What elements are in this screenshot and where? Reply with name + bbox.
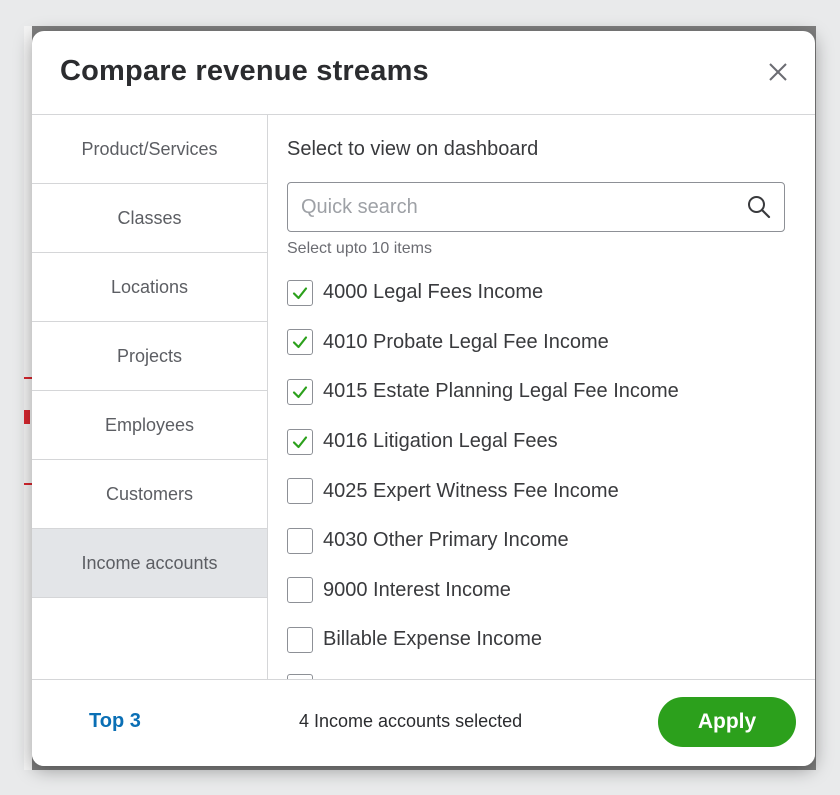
account-list-item[interactable]: 4000 Legal Fees Income <box>287 268 679 318</box>
modal-header: Compare revenue streams <box>32 31 815 115</box>
account-label: 4000 Legal Fees Income <box>323 281 544 304</box>
selected-count-text: 4 Income accounts selected <box>299 711 523 731</box>
account-label: 9000 Interest Income <box>323 578 511 601</box>
account-list-item[interactable]: 9000 Interest Income <box>287 566 679 616</box>
category-nav: Product/Services Classes Locations Projects… <box>32 115 268 679</box>
category-item-classes[interactable]: Classes <box>32 184 267 253</box>
account-label: 4030 Other Primary Income <box>323 529 569 552</box>
account-checkbox[interactable] <box>287 378 313 405</box>
account-label: Billable Expense Income <box>323 628 543 651</box>
background-page <box>24 26 32 770</box>
close-button[interactable] <box>763 57 793 87</box>
category-item-employees[interactable]: Employees <box>32 391 267 460</box>
account-list-item[interactable]: Billable Expense Income <box>287 615 679 665</box>
account-label: 4016 Litigation Legal Fees <box>323 430 558 453</box>
account-list-item[interactable]: 4016 Litigation Legal Fees <box>287 417 679 467</box>
category-item-income-accounts[interactable]: Income accounts <box>32 529 267 598</box>
compare-revenue-modal: Compare revenue streams Product/Services… <box>32 31 815 766</box>
account-label: 4010 Probate Legal Fee Income <box>323 330 609 353</box>
selection-hint: Select upto 10 items <box>287 240 432 257</box>
account-checkbox[interactable] <box>287 329 313 356</box>
panel-heading: Select to view on dashboard <box>287 138 539 160</box>
background-red-line <box>24 483 32 485</box>
account-list-item[interactable]: 4015 Estate Planning Legal Fee Income <box>287 367 679 417</box>
account-list-item[interactable]: 4010 Probate Legal Fee Income <box>287 318 679 368</box>
account-checkbox[interactable] <box>287 279 313 306</box>
checkmark-icon <box>292 435 308 448</box>
account-label: 4025 Expert Witness Fee Income <box>323 479 619 502</box>
apply-button[interactable]: Apply <box>658 697 796 747</box>
selection-panel: Select to view on dashboard Select upto … <box>268 115 815 679</box>
category-item-locations[interactable]: Locations <box>32 253 267 322</box>
background-red-mark <box>24 410 30 424</box>
background-red-line <box>24 377 32 379</box>
search-icon[interactable] <box>746 194 772 220</box>
top-3-link[interactable]: Top 3 <box>89 710 141 733</box>
account-checkbox[interactable] <box>287 428 313 455</box>
account-checkbox[interactable] <box>287 478 313 505</box>
account-list: 4000 Legal Fees Income 4010 Probate Legal… <box>287 268 679 679</box>
search-box <box>287 182 785 232</box>
category-item-projects[interactable]: Projects <box>32 322 267 391</box>
close-icon <box>769 63 787 81</box>
account-list-item-partial[interactable] <box>287 665 679 679</box>
account-checkbox[interactable] <box>287 527 313 554</box>
modal-footer: Top 3 4 Income accounts selected Apply <box>32 679 815 766</box>
search-input[interactable] <box>289 184 729 230</box>
checkmark-icon <box>292 386 308 399</box>
account-label: 4015 Estate Planning Legal Fee Income <box>323 380 679 403</box>
account-checkbox[interactable] <box>287 626 313 653</box>
checkmark-icon <box>292 336 308 349</box>
category-item-product-services[interactable]: Product/Services <box>32 115 267 184</box>
modal-title: Compare revenue streams <box>60 55 429 87</box>
account-list-item[interactable]: 4030 Other Primary Income <box>287 516 679 566</box>
account-checkbox[interactable] <box>287 577 313 604</box>
category-item-customers[interactable]: Customers <box>32 460 267 529</box>
account-list-item[interactable]: 4025 Expert Witness Fee Income <box>287 466 679 516</box>
checkmark-icon <box>292 287 308 299</box>
